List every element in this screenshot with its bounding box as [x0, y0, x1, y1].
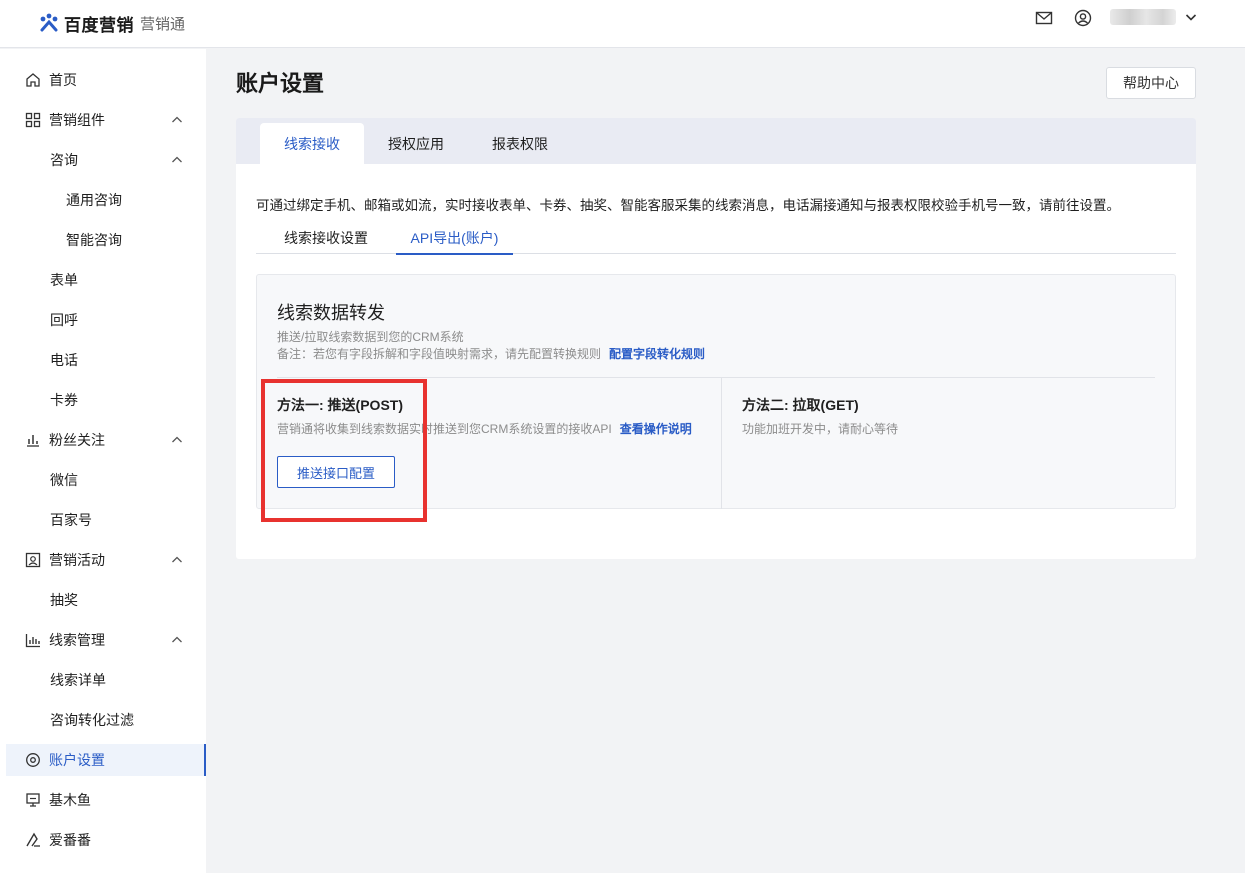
chevron-up-icon[interactable]: [170, 433, 184, 447]
push-api-config-button[interactable]: 推送接口配置: [277, 456, 395, 488]
sidebar-item-baijiahao[interactable]: 百家号: [6, 504, 206, 536]
chevron-up-icon[interactable]: [170, 153, 184, 167]
sidebar-item-smart-consult[interactable]: 智能咨询: [6, 224, 206, 256]
sidebar-item-label: 回呼: [50, 312, 78, 328]
method-push-desc-text: 营销通将收集到线索数据实时推送到您CRM系统设置的接收API: [277, 422, 612, 436]
sidebar-item-label: 通用咨询: [66, 192, 122, 208]
sidebar-item-lead-detail[interactable]: 线索详单: [6, 664, 206, 696]
panel-note: 推送/拉取线索数据到您的CRM系统: [277, 330, 464, 344]
sidebar-item-consult[interactable]: 咨询: [6, 144, 206, 176]
page-title: 账户设置: [236, 71, 325, 96]
sidebar-item-general-consult[interactable]: 通用咨询: [6, 184, 206, 216]
view-instructions-link[interactable]: 查看操作说明: [620, 422, 692, 436]
chevron-up-icon[interactable]: [170, 113, 184, 127]
brand-name: 百度营销: [64, 15, 134, 35]
sidebar-item-coupon[interactable]: 卡券: [6, 384, 206, 416]
sidebar-item-label: 微信: [50, 472, 78, 488]
stats-icon: [25, 632, 41, 648]
sidebar-item-label: 百家号: [50, 512, 92, 528]
user-name-blurred[interactable]: [1110, 9, 1176, 25]
bar-chart-icon: [25, 432, 41, 448]
tab-authorized-apps[interactable]: 授权应用: [364, 123, 468, 164]
monitor-icon: [25, 792, 41, 808]
chevron-up-icon[interactable]: [170, 553, 184, 567]
sidebar-item-phone[interactable]: 电话: [6, 344, 206, 376]
subtab-lead-receive-settings[interactable]: 线索接收设置: [256, 222, 396, 254]
sidebar-item-lead-management[interactable]: 线索管理: [6, 624, 206, 656]
tab-bar: 线索接收 授权应用 报表权限: [236, 118, 1196, 164]
method-push-title: 方法一: 推送(POST): [277, 397, 403, 413]
sidebar-item-fans[interactable]: 粉丝关注: [6, 424, 206, 456]
method-push-description: 营销通将收集到线索数据实时推送到您CRM系统设置的接收API 查看操作说明: [277, 420, 692, 437]
chevron-down-icon[interactable]: [1184, 10, 1198, 24]
sidebar-item-label: 卡券: [50, 392, 78, 408]
sidebar-item-label: 营销活动: [49, 552, 105, 568]
sidebar-item-label: 基木鱼: [49, 792, 91, 808]
sidebar: 首页 营销组件 咨询 通用咨询 智能咨询 表单 回呼 电话 卡券 粉丝关注 微信…: [0, 49, 206, 873]
lead-forwarding-panel: 线索数据转发 推送/拉取线索数据到您的CRM系统 备注：若您有字段拆解和字段值映…: [256, 274, 1176, 509]
sidebar-item-label: 粉丝关注: [49, 432, 105, 448]
sidebar-item-home[interactable]: 首页: [6, 64, 206, 96]
baidu-paw-icon: [38, 13, 60, 33]
sidebar-item-marketing-components[interactable]: 营销组件: [6, 104, 206, 136]
sidebar-item-label: 首页: [49, 72, 77, 88]
mail-icon[interactable]: [1034, 8, 1054, 28]
sidebar-item-label: 表单: [50, 272, 78, 288]
settings-card: 线索接收 授权应用 报表权限 可通过绑定手机、邮箱或如流，实时接收表单、卡券、抽…: [236, 118, 1196, 559]
column-divider: [721, 378, 722, 509]
user-circle-icon[interactable]: [1073, 8, 1093, 28]
sidebar-item-label: 电话: [50, 352, 78, 368]
activity-icon: [25, 552, 41, 568]
lead-receive-description: 可通过绑定手机、邮箱或如流，实时接收表单、卡券、抽奖、智能客服采集的线索消息，电…: [256, 198, 1120, 213]
sidebar-item-account-settings[interactable]: 账户设置: [6, 744, 206, 776]
help-center-button[interactable]: 帮助中心: [1106, 67, 1196, 99]
sidebar-item-label: 账户设置: [49, 752, 105, 768]
subtab-bar: 线索接收设置 API导出(账户): [256, 222, 1176, 255]
field-rule-link[interactable]: 配置字段转化规则: [609, 347, 705, 361]
sidebar-item-label: 营销组件: [49, 112, 105, 128]
panel-remark: 备注：若您有字段拆解和字段值映射需求，请先配置转换规则 配置字段转化规则: [277, 345, 705, 362]
sidebar-item-callback[interactable]: 回呼: [6, 304, 206, 336]
sidebar-item-label: 抽奖: [50, 592, 78, 608]
sidebar-item-wechat[interactable]: 微信: [6, 464, 206, 496]
chevron-up-icon[interactable]: [170, 633, 184, 647]
pen-icon: [25, 832, 41, 848]
sidebar-item-label: 爱番番: [49, 832, 91, 848]
product-name: 营销通: [140, 15, 186, 33]
method-pull-title: 方法二: 拉取(GET): [742, 397, 859, 413]
logo[interactable]: 百度营销 营销通: [38, 12, 186, 35]
panel-title: 线索数据转发: [277, 303, 385, 323]
sidebar-item-label: 咨询转化过滤: [50, 712, 134, 728]
subtab-api-export[interactable]: API导出(账户): [396, 222, 513, 255]
sidebar-item-label: 线索管理: [49, 632, 105, 648]
panel-remark-text: 备注：若您有字段拆解和字段值映射需求，请先配置转换规则: [277, 347, 602, 361]
sidebar-item-form[interactable]: 表单: [6, 264, 206, 296]
top-header: 百度营销 营销通: [0, 0, 1245, 48]
sidebar-item-label: 咨询: [50, 152, 78, 168]
sidebar-item-lottery[interactable]: 抽奖: [6, 584, 206, 616]
method-pull-description: 功能加班开发中，请耐心等待: [742, 422, 899, 436]
tab-report-permission[interactable]: 报表权限: [468, 123, 572, 164]
sidebar-item-label: 线索详单: [50, 672, 106, 688]
home-icon: [25, 72, 41, 88]
sidebar-item-label: 智能咨询: [66, 232, 122, 248]
sidebar-item-jimuyu[interactable]: 基木鱼: [6, 784, 206, 816]
grid-icon: [25, 112, 41, 128]
settings-circle-icon: [25, 752, 41, 768]
divider: [277, 377, 1155, 378]
sidebar-item-aifanfan[interactable]: 爱番番: [6, 824, 206, 856]
sidebar-item-consult-filter[interactable]: 咨询转化过滤: [6, 704, 206, 736]
sidebar-item-marketing-activity[interactable]: 营销活动: [6, 544, 206, 576]
tab-lead-receive[interactable]: 线索接收: [260, 123, 364, 164]
